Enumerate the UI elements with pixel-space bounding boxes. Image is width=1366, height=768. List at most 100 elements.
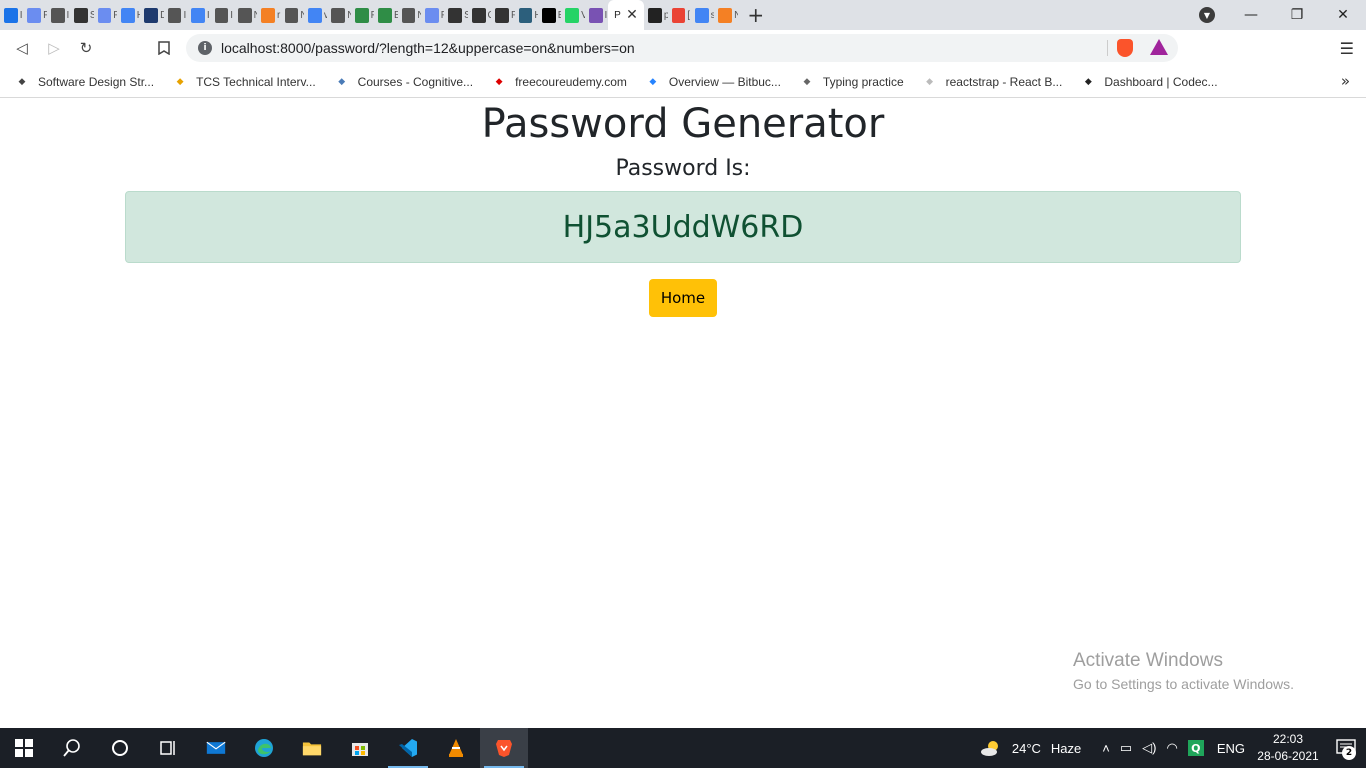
search-icon[interactable]	[48, 728, 96, 768]
bookmark-list: ◆ Software Design Str... ◆ TCS Technical In…	[14, 74, 1236, 90]
tab[interactable]: p	[644, 0, 668, 30]
brave-taskbar-icon[interactable]	[480, 728, 528, 768]
tab-search-icon[interactable]: ▼	[1199, 7, 1215, 23]
bookmarks-more-icon[interactable]: »	[1341, 72, 1350, 90]
close-icon[interactable]: ✕	[626, 7, 638, 23]
vlc-icon[interactable]	[432, 728, 480, 768]
tab-active[interactable]: P ✕	[608, 0, 645, 30]
mail-icon[interactable]	[192, 728, 240, 768]
tab[interactable]: S	[444, 0, 468, 30]
tab[interactable]: E	[538, 0, 561, 30]
windows-taskbar: 24°C Haze ˄ ▭ ◁) ◠ Q ENG 22:03 28-06-202…	[0, 728, 1366, 768]
bootstrap-icon	[588, 7, 603, 23]
geeksforgeeks-icon	[378, 7, 392, 23]
password-value: HJ5a3UddW6RD	[562, 209, 804, 245]
language-indicator[interactable]: ENG	[1217, 741, 1245, 756]
gmail-icon	[671, 7, 686, 23]
google-icon	[308, 7, 322, 23]
tab[interactable]: I	[0, 0, 23, 30]
close-window-icon[interactable]: ✕	[1320, 0, 1366, 30]
tab[interactable]: N	[398, 0, 421, 30]
task-view-icon[interactable]	[144, 728, 192, 768]
tab[interactable]: F	[421, 0, 444, 30]
bookmark-item[interactable]: ◆ TCS Technical Interv...	[172, 74, 316, 90]
weather-temp[interactable]: 24°C	[1012, 741, 1041, 756]
tab[interactable]: S	[70, 0, 94, 30]
wikipedia-icon	[448, 7, 463, 23]
globe-icon	[50, 7, 65, 23]
brave-rewards-icon[interactable]	[1150, 39, 1168, 55]
tab[interactable]: V	[561, 0, 585, 30]
bookmark-item[interactable]: ◆ freecoureudemy.com	[491, 74, 627, 90]
tab[interactable]: v	[304, 0, 327, 30]
tab[interactable]: I	[187, 0, 210, 30]
brave-shields-icon[interactable]	[1117, 39, 1133, 57]
bookmark-item[interactable]: ◆ Software Design Str...	[14, 74, 155, 90]
weather-icon[interactable]	[980, 738, 1002, 758]
minimize-icon[interactable]: —	[1228, 0, 1274, 30]
tab[interactable]: C	[468, 0, 491, 30]
restore-icon[interactable]: ❐	[1274, 0, 1320, 30]
tab[interactable]: N	[281, 0, 304, 30]
quickheal-icon[interactable]: Q	[1187, 740, 1204, 756]
tab[interactable]: [	[668, 0, 691, 30]
info-icon[interactable]: i	[198, 41, 212, 55]
tab[interactable]: H	[515, 0, 538, 30]
cortana-icon[interactable]	[96, 728, 144, 768]
tab[interactable]: s	[691, 0, 714, 30]
gem-icon	[97, 7, 112, 23]
geeksforgeeks-icon	[354, 7, 369, 23]
tab[interactable]: I	[585, 0, 608, 30]
globe-icon	[284, 7, 299, 23]
shield-icon	[144, 7, 159, 23]
new-tab-button[interactable]: +	[738, 0, 774, 30]
activate-windows-watermark: Activate Windows Go to Settings to activ…	[1073, 650, 1294, 692]
file-explorer-icon[interactable]	[288, 728, 336, 768]
chevron-up-icon[interactable]: ˄	[1102, 741, 1110, 756]
bookmark-item[interactable]: ◆ reactstrap - React B...	[922, 74, 1062, 90]
tab[interactable]: E	[374, 0, 398, 30]
whatsapp-icon	[565, 7, 580, 23]
bookmark-item[interactable]: ◆ Dashboard | Codec...	[1080, 74, 1218, 90]
address-bar[interactable]: i localhost:8000/password/?length=12&upp…	[186, 34, 1178, 62]
tab[interactable]: F	[23, 0, 47, 30]
edge-icon[interactable]	[240, 728, 288, 768]
menu-icon[interactable]: ☰	[1340, 39, 1354, 58]
back-icon[interactable]: ◁	[6, 32, 38, 64]
tab[interactable]: r	[257, 0, 280, 30]
codecademy-icon: ◆	[1084, 76, 1092, 87]
tab-label: P	[614, 9, 621, 21]
tab[interactable]: D	[140, 0, 164, 30]
store-icon[interactable]	[336, 728, 384, 768]
forward-icon[interactable]: ▷	[38, 32, 70, 64]
tab[interactable]: N	[234, 0, 257, 30]
tab[interactable]: F	[351, 0, 374, 30]
vscode-icon[interactable]	[384, 728, 432, 768]
tab[interactable]: N	[714, 0, 738, 30]
tab[interactable]: I	[211, 0, 234, 30]
tab[interactable]: I	[164, 0, 187, 30]
divider	[1107, 40, 1108, 56]
password-heading: Password Is:	[615, 156, 751, 181]
url-text[interactable]: localhost:8000/password/?length=12&upper…	[221, 40, 635, 56]
tab[interactable]: F	[491, 0, 515, 30]
tab[interactable]: H	[117, 0, 140, 30]
start-button[interactable]	[0, 728, 48, 768]
bookmark-item[interactable]: ◆ Overview — Bitbuc...	[645, 74, 781, 90]
weather-desc[interactable]: Haze	[1051, 741, 1081, 756]
wifi-icon[interactable]: ◠	[1166, 740, 1177, 756]
bookmark-item[interactable]: ◆ Typing practice	[799, 74, 903, 90]
notification-button[interactable]: 2	[1326, 728, 1366, 768]
clock[interactable]: 22:03 28-06-2021	[1250, 731, 1326, 765]
tab[interactable]: N	[327, 0, 351, 30]
battery-icon[interactable]: ▭	[1120, 740, 1132, 756]
tab[interactable]: I	[47, 0, 70, 30]
clock-date: 28-06-2021	[1257, 749, 1319, 763]
bookmark-item[interactable]: ◆ Courses - Cognitive...	[334, 74, 473, 90]
home-button[interactable]: Home	[649, 279, 717, 317]
wikipedia-icon	[74, 7, 88, 23]
tab[interactable]: F	[94, 0, 117, 30]
bookmark-icon[interactable]	[148, 32, 180, 64]
volume-icon[interactable]: ◁)	[1142, 740, 1156, 756]
reload-icon[interactable]: ↻	[70, 32, 102, 64]
